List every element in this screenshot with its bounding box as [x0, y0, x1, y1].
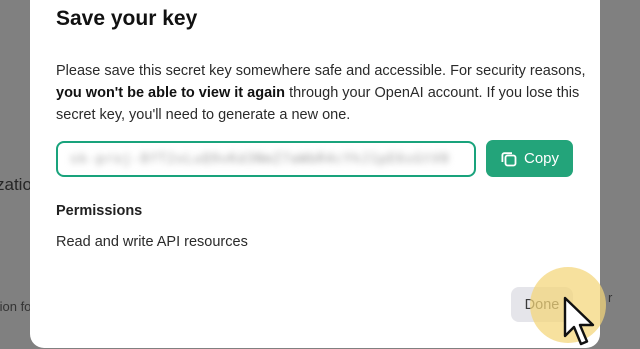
copy-button[interactable]: Copy — [486, 140, 573, 177]
save-key-modal: Save your key Please save this secret ke… — [30, 0, 600, 348]
copy-icon — [500, 150, 518, 168]
done-button[interactable]: Done — [511, 287, 573, 322]
copy-label: Copy — [523, 150, 560, 167]
done-label: Done — [524, 296, 560, 313]
secret-key-field[interactable]: sk-proj-8fT2xLuQ9vKd3NmZ7aWbR4cYhJ1pE6sG… — [56, 141, 476, 177]
secret-key-value[interactable]: sk-proj-8fT2xLuQ9vKd3NmZ7aWbR4cYhJ1pE6sG… — [70, 152, 450, 167]
background-text: r — [608, 290, 613, 305]
description-text: Please save this secret key somewhere sa… — [56, 63, 586, 79]
background-text: tion fo — [0, 299, 32, 314]
permissions-heading: Permissions — [56, 203, 143, 219]
modal-description: Please save this secret key somewhere sa… — [56, 60, 586, 126]
description-emphasis: you won't be able to view it again — [56, 85, 286, 101]
background-text: zatio — [0, 175, 32, 194]
permissions-value: Read and write API resources — [56, 234, 248, 250]
modal-title: Save your key — [56, 7, 198, 30]
